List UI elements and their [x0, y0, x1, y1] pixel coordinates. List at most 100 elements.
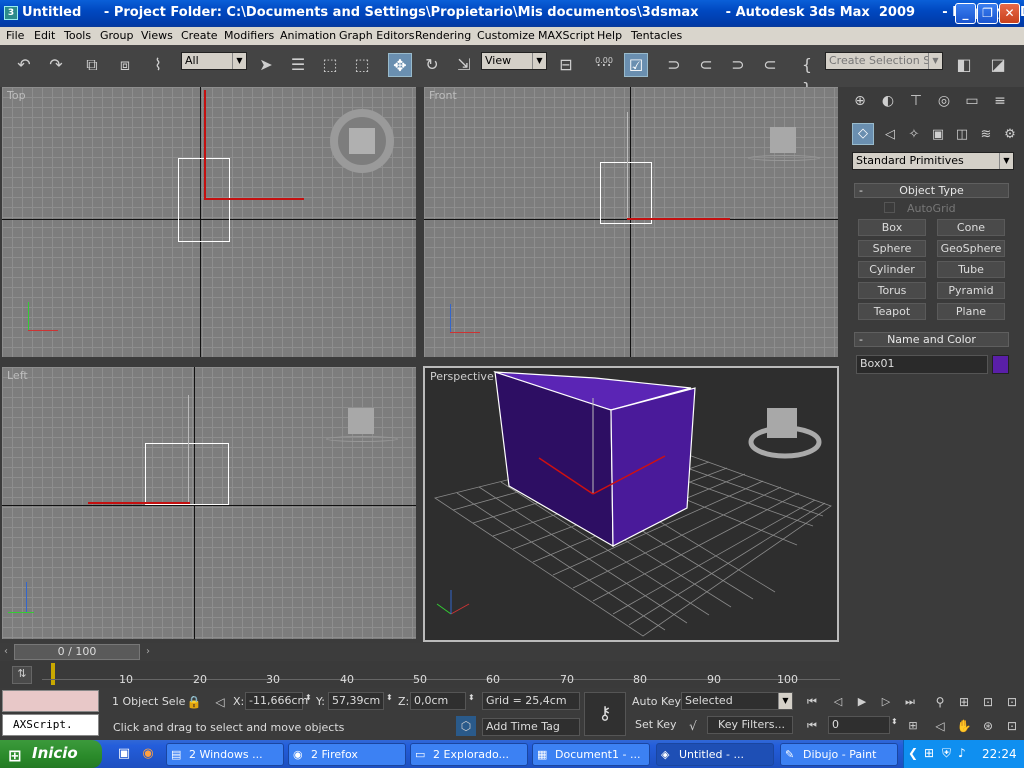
select-object-icon[interactable]: ➤ — [254, 53, 278, 77]
close-button[interactable]: ✕ — [999, 3, 1020, 24]
box-button[interactable]: Box — [858, 219, 926, 236]
create-tab-icon[interactable]: ⊕ — [848, 89, 872, 113]
cameras-category-icon[interactable]: ▣ — [926, 123, 950, 147]
selection-filter-dropdown[interactable]: All ▼ — [181, 52, 247, 70]
cone-button[interactable]: Cone — [937, 219, 1005, 236]
3dsmax-app-icon[interactable]: 3 — [4, 6, 18, 20]
current-frame-marker[interactable] — [51, 663, 55, 685]
time-slider-thumb[interactable]: 0 / 100 — [14, 644, 140, 660]
play-icon[interactable]: ▶ — [850, 690, 874, 714]
autogrid-checkbox[interactable] — [884, 202, 895, 213]
percent-snap-icon[interactable]: ⊃ — [726, 53, 750, 77]
add-time-tag-button[interactable]: Add Time Tag — [482, 718, 580, 736]
menu-maxscript[interactable]: MAXScript — [538, 29, 594, 42]
teapot-button[interactable]: Teapot — [858, 303, 926, 320]
go-to-start-icon[interactable]: ⏮ — [800, 690, 824, 714]
select-manipulate-icon[interactable]: ☑ — [624, 53, 648, 77]
sphere-button[interactable]: Sphere — [858, 240, 926, 257]
menu-rendering[interactable]: Rendering — [415, 29, 471, 42]
y-spinner-icon[interactable]: ⬍ — [386, 693, 393, 702]
restore-button[interactable]: ❐ — [977, 3, 998, 24]
mini-curve-editor-icon[interactable]: ⇅ — [12, 666, 32, 684]
key-mode-toggle-icon[interactable]: ⏮ — [800, 714, 824, 738]
gizmo-z-axis[interactable] — [627, 112, 628, 219]
viewcube-icon[interactable] — [349, 128, 375, 154]
viewcube-ring[interactable] — [330, 109, 394, 173]
object-type-rollout-header[interactable]: - Object Type — [854, 183, 1009, 198]
bind-space-warp-icon[interactable]: ⌇ — [146, 53, 170, 77]
time-configuration-icon[interactable]: ⊞ — [901, 714, 925, 738]
pyramid-button[interactable]: Pyramid — [937, 282, 1005, 299]
plane-button[interactable]: Plane — [937, 303, 1005, 320]
menu-graph-editors[interactable]: Graph Editors — [339, 29, 415, 42]
modify-tab-icon[interactable]: ◐ — [876, 89, 900, 113]
systems-category-icon[interactable]: ⚙ — [998, 123, 1022, 147]
pan-view-icon[interactable]: ✋ — [952, 714, 976, 738]
task-firefox-group[interactable]: 2 Firefox ◉ — [288, 743, 406, 766]
key-filters-button[interactable]: Key Filters... — [707, 716, 793, 734]
maxscript-listener-pink[interactable] — [2, 690, 99, 712]
align-icon[interactable]: ◪ — [986, 53, 1010, 77]
menu-animation[interactable]: Animation — [280, 29, 336, 42]
spinner-snap-toggle-icon[interactable]: ⊂ — [758, 53, 782, 77]
previous-frame-icon[interactable]: ◁ — [826, 690, 850, 714]
select-and-rotate-icon[interactable]: ↻ — [420, 53, 444, 77]
frame-spinner-icon[interactable]: ⬍ — [891, 717, 898, 726]
snaps-toggle-icon[interactable]: ⊃ — [662, 53, 686, 77]
viewcube-icon[interactable] — [770, 127, 796, 153]
gizmo-x-axis[interactable] — [204, 198, 304, 200]
display-tab-icon[interactable]: ▭ — [960, 89, 984, 113]
set-key-button[interactable]: Set Key — [635, 718, 677, 731]
select-and-move-icon[interactable]: ✥ — [388, 53, 412, 77]
viewcube-icon[interactable] — [767, 408, 797, 438]
gizmo-y-axis[interactable] — [204, 90, 206, 200]
menu-file[interactable]: File — [6, 29, 24, 42]
task-3dsmax-untitled[interactable]: Untitled - ... ◈ — [656, 743, 774, 766]
zoom-extents-icon[interactable]: ⊡ — [976, 690, 1000, 714]
key-mode-dropdown[interactable]: Selected ▼ — [681, 692, 793, 710]
box-right-face[interactable] — [610, 387, 696, 547]
spacewarps-category-icon[interactable]: ≋ — [974, 123, 998, 147]
spinner-snap-icon[interactable]: 0.00 ⋯ — [592, 53, 616, 77]
gizmo-z-axis[interactable] — [188, 395, 189, 503]
tray-arrow-icon[interactable]: ❮ — [908, 746, 918, 760]
viewcube-ring[interactable] — [326, 436, 398, 442]
unlink-icon[interactable]: ⧈ — [113, 53, 137, 77]
field-of-view-icon[interactable]: ◁ — [928, 714, 952, 738]
go-to-end-icon[interactable]: ⏭ — [898, 690, 922, 714]
time-prev-arrow-icon[interactable]: ‹ — [0, 643, 12, 661]
security-icon[interactable]: ⛨ — [942, 746, 951, 761]
motion-tab-icon[interactable]: ◎ — [932, 89, 956, 113]
reference-coordinate-dropdown[interactable]: View ▼ — [481, 52, 547, 70]
zoom-extents-all-icon[interactable]: ⊡ — [1000, 690, 1024, 714]
network-icon[interactable]: ⊞ — [924, 746, 934, 760]
box-wireframe[interactable] — [600, 162, 652, 224]
set-keys-key-icon[interactable]: ⚷ — [584, 692, 626, 736]
time-slider[interactable]: ‹ 0 / 100 › — [0, 643, 840, 661]
next-frame-icon[interactable]: ▷ — [874, 690, 898, 714]
viewport-splitter-vertical[interactable] — [417, 87, 423, 643]
x-spinner-icon[interactable]: ⬍ — [305, 693, 312, 702]
selection-lock-toggle-icon[interactable]: ⬡ — [456, 716, 476, 736]
undo-icon[interactable]: ↶ — [12, 53, 36, 77]
clock[interactable]: 22:24 — [982, 747, 1017, 761]
viewcube-ring[interactable] — [748, 155, 820, 161]
z-spinner-icon[interactable]: ⬍ — [468, 693, 475, 702]
viewport-front[interactable]: Front — [424, 87, 838, 357]
show-desktop-icon[interactable]: ▣ — [112, 742, 136, 766]
name-color-rollout-header[interactable]: - Name and Color — [854, 332, 1009, 347]
utilities-tab-icon[interactable]: ≡ — [988, 89, 1012, 113]
viewport-left[interactable]: Left — [2, 367, 416, 639]
task-paint[interactable]: Dibujo - Paint ✎ — [780, 743, 898, 766]
gizmo-y-axis[interactable] — [88, 502, 190, 504]
select-by-name-icon[interactable]: ☰ — [286, 53, 310, 77]
window-crossing-icon[interactable]: ⬚ — [350, 53, 374, 77]
primitive-category-dropdown[interactable]: Standard Primitives ▼ — [852, 152, 1014, 170]
named-selection-set-dropdown[interactable]: Create Selection Set ▼ — [825, 52, 943, 70]
task-explorer-group[interactable]: 2 Explorado... ▭ — [410, 743, 528, 766]
task-windows-explorer-group[interactable]: 2 Windows ... ▤ — [166, 743, 284, 766]
angle-snap-icon[interactable]: ⊂ — [694, 53, 718, 77]
default-tangent-icon[interactable]: √ — [681, 714, 705, 738]
object-color-swatch[interactable] — [992, 355, 1009, 374]
menu-help[interactable]: Help — [597, 29, 622, 42]
